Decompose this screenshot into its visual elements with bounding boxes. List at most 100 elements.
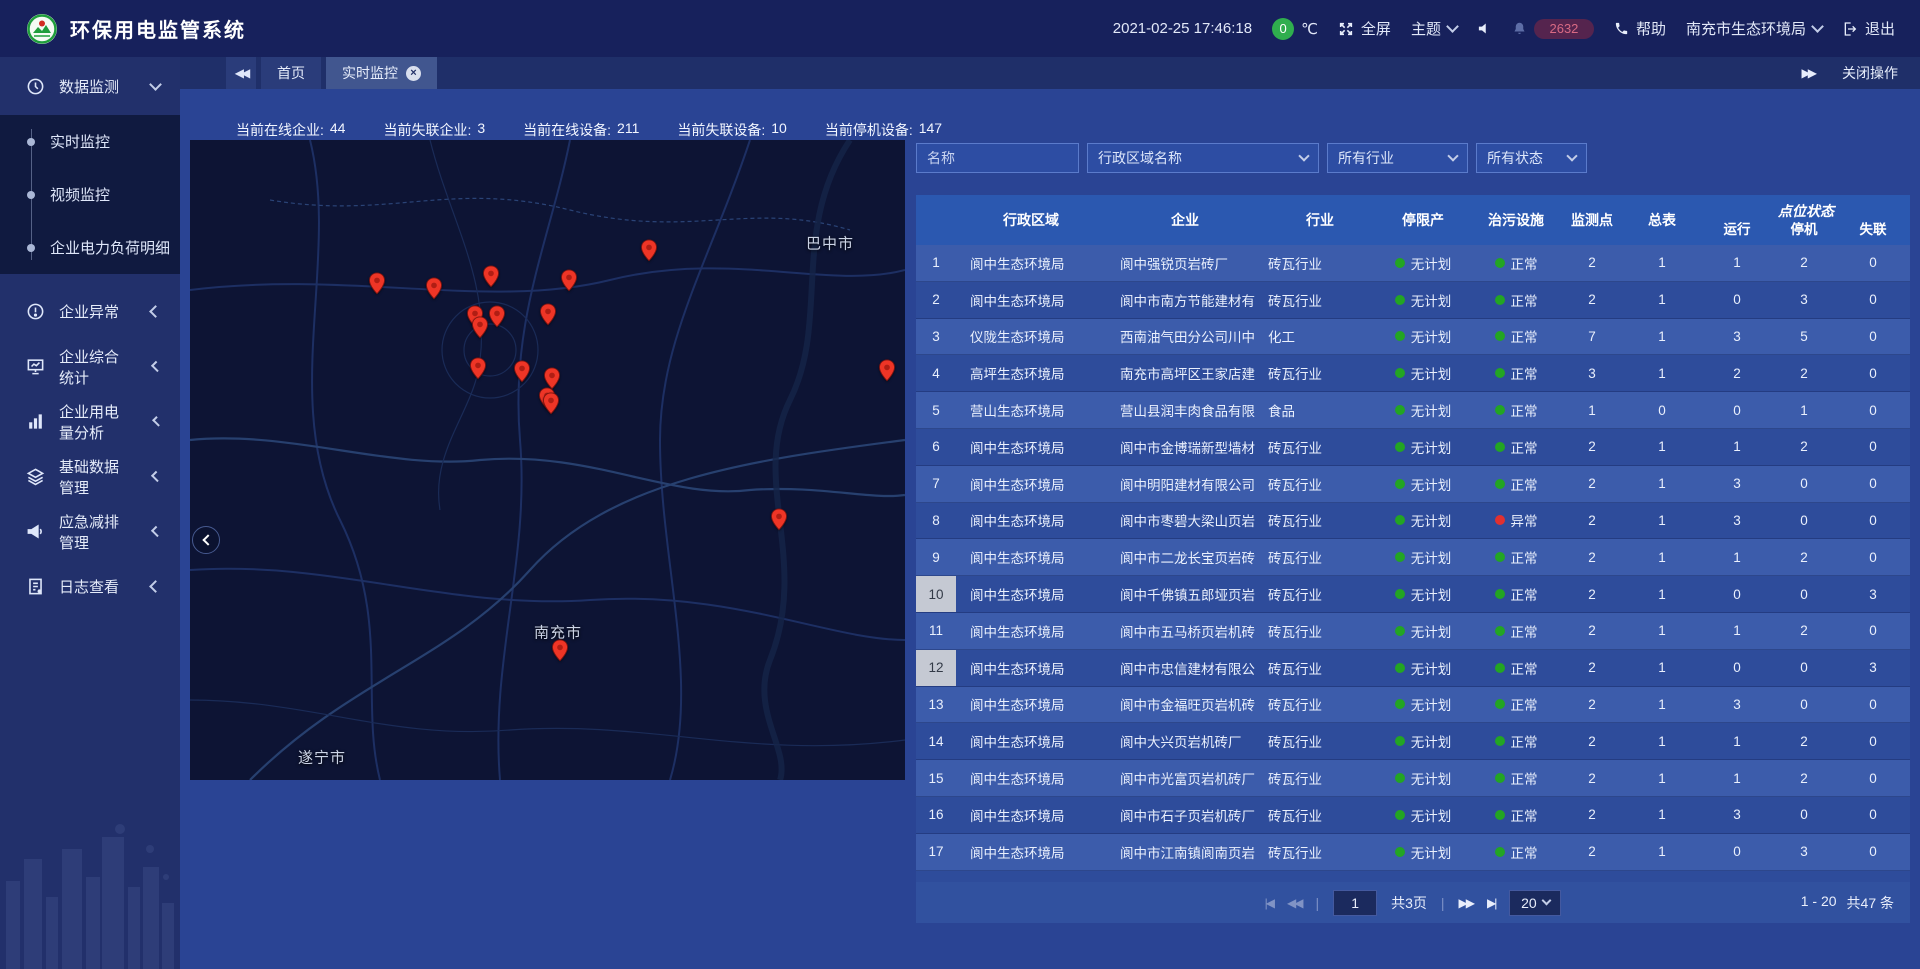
table-row[interactable]: 2 阆中生态环境局 阆中市南方节能建材有 砖瓦行业 无计划 正常 2 1 0 3… bbox=[916, 282, 1910, 319]
map-pin-icon[interactable] bbox=[770, 508, 788, 531]
collapse-map-panel-button[interactable] bbox=[192, 526, 220, 554]
status-dot-green bbox=[1395, 368, 1405, 378]
scroll-tabs-right-button[interactable]: ▶▶ bbox=[1802, 66, 1814, 80]
datetime: 2021-02-25 17:46:18 bbox=[1113, 20, 1252, 37]
close-tab-icon[interactable] bbox=[406, 66, 421, 81]
page-size-select[interactable]: 20 bbox=[1509, 890, 1561, 916]
map-pin-icon[interactable] bbox=[368, 272, 386, 295]
region-select[interactable]: 行政区域名称 bbox=[1087, 143, 1319, 173]
cell-facility: 正常 bbox=[1470, 768, 1562, 788]
fullscreen-button[interactable]: 全屏 bbox=[1338, 18, 1391, 39]
cell-points: 2 bbox=[1562, 255, 1622, 270]
name-search-input[interactable] bbox=[916, 143, 1079, 173]
map-pin-icon[interactable] bbox=[640, 239, 658, 262]
table-row[interactable]: 16 阆中生态环境局 阆中市石子页岩机砖厂 砖瓦行业 无计划 正常 2 1 3 … bbox=[916, 797, 1910, 834]
stat-item: 当前停机设备: 147 bbox=[825, 120, 942, 140]
map-pin-icon[interactable] bbox=[539, 303, 557, 326]
tab-realtime-monitoring[interactable]: 实时监控 bbox=[326, 57, 437, 89]
table-row[interactable]: 10 阆中生态环境局 阆中千佛镇五郎垭页岩 砖瓦行业 无计划 正常 2 1 0 … bbox=[916, 576, 1910, 613]
map-pin-icon[interactable] bbox=[488, 305, 506, 328]
mute-speaker-icon[interactable] bbox=[1477, 21, 1492, 36]
tab-home[interactable]: 首页 bbox=[261, 57, 321, 89]
sidebar-subitem[interactable]: 实时监控 bbox=[0, 115, 180, 168]
cell-industry: 砖瓦行业 bbox=[1264, 363, 1376, 383]
table-row[interactable]: 15 阆中生态环境局 阆中市光富页岩机砖厂 砖瓦行业 无计划 正常 2 1 1 … bbox=[916, 760, 1910, 797]
status-dot bbox=[1495, 699, 1505, 709]
total-pages-label: 共3页 bbox=[1391, 893, 1427, 913]
table-row[interactable]: 1 阆中生态环境局 阆中强锐页岩砖厂 砖瓦行业 无计划 正常 2 1 1 2 0 bbox=[916, 245, 1910, 282]
cell-total: 1 bbox=[1622, 587, 1702, 602]
sidebar-item-company-statistics[interactable]: 企业综合统计 bbox=[0, 339, 180, 394]
sidebar-subitem[interactable]: 企业电力负荷明细 bbox=[0, 221, 180, 274]
notifications[interactable]: 2632 bbox=[1512, 19, 1594, 39]
theme-menu[interactable]: 主题 bbox=[1411, 18, 1457, 39]
chevron-left-icon bbox=[151, 416, 162, 427]
table-row[interactable]: 11 阆中生态环境局 阆中市五马桥页岩机砖 砖瓦行业 无计划 正常 2 1 1 … bbox=[916, 613, 1910, 650]
logout-button[interactable]: 退出 bbox=[1842, 18, 1895, 39]
status-dot-green bbox=[1395, 331, 1405, 341]
phone-icon bbox=[1614, 21, 1629, 36]
fullscreen-icon bbox=[1338, 21, 1354, 37]
map-pin-icon[interactable] bbox=[471, 316, 489, 339]
table-row[interactable]: 5 营山生态环境局 营山县润丰肉食品有限 食品 无计划 正常 1 0 0 1 0 bbox=[916, 392, 1910, 429]
sidebar-item-emergency[interactable]: 应急减排管理 bbox=[0, 504, 180, 559]
help-button[interactable]: 帮助 bbox=[1614, 18, 1666, 39]
sidebar-item-logs[interactable]: 日志查看 bbox=[0, 559, 180, 614]
col-header-company: 企业 bbox=[1106, 195, 1264, 245]
table-row[interactable]: 3 仪陇生态环境局 西南油气田分公司川中 化工 无计划 正常 7 1 3 5 0 bbox=[916, 319, 1910, 356]
prev-page-button[interactable]: ◀◀ bbox=[1287, 896, 1301, 910]
map-pin-icon[interactable] bbox=[425, 277, 443, 300]
col-header-region: 行政区域 bbox=[956, 195, 1106, 245]
status-dot-green bbox=[1395, 847, 1405, 857]
sidebar-subitem[interactable]: 视频监控 bbox=[0, 168, 180, 221]
map-pin-icon[interactable] bbox=[469, 357, 487, 380]
map-pin-icon[interactable] bbox=[560, 269, 578, 292]
status-dot-green bbox=[1395, 736, 1405, 746]
alert-circle-icon bbox=[26, 302, 45, 321]
map-pin-icon[interactable] bbox=[513, 360, 531, 383]
sidebar-item-base-data[interactable]: 基础数据管理 bbox=[0, 449, 180, 504]
page-number-input[interactable]: 1 bbox=[1333, 890, 1377, 916]
status-select[interactable]: 所有状态 bbox=[1476, 143, 1587, 173]
table-row[interactable]: 7 阆中生态环境局 阆中明阳建材有限公司 砖瓦行业 无计划 正常 2 1 3 0… bbox=[916, 466, 1910, 503]
table-row[interactable]: 18 南部生态环境局 南部县砌华水泥有限公 建材加工 无计划 正常 6 0 0 … bbox=[916, 871, 1910, 882]
map-pin-icon[interactable] bbox=[551, 639, 569, 662]
table-row[interactable]: 4 高坪生态环境局 南充市高坪区王家店建 砖瓦行业 无计划 正常 3 1 2 2… bbox=[916, 355, 1910, 392]
table-row[interactable]: 9 阆中生态环境局 阆中市二龙长宝页岩砖 砖瓦行业 无计划 正常 2 1 1 2… bbox=[916, 539, 1910, 576]
table-row[interactable]: 13 阆中生态环境局 阆中市金福旺页岩机砖 砖瓦行业 无计划 正常 2 1 3 … bbox=[916, 687, 1910, 724]
brand: 环保用电监管系统 bbox=[0, 13, 246, 45]
cell-total: 1 bbox=[1622, 329, 1702, 344]
table-row[interactable]: 8 阆中生态环境局 阆中市枣碧大梁山页岩 砖瓦行业 无计划 异常 2 1 3 0… bbox=[916, 503, 1910, 540]
industry-select[interactable]: 所有行业 bbox=[1327, 143, 1468, 173]
map-pin-icon[interactable] bbox=[482, 265, 500, 288]
table-row[interactable]: 14 阆中生态环境局 阆中大兴页岩机砖厂 砖瓦行业 无计划 正常 2 1 1 2… bbox=[916, 723, 1910, 760]
map-pin-icon[interactable] bbox=[542, 392, 560, 415]
sidebar-item-power-analysis[interactable]: 企业用电量分析 bbox=[0, 394, 180, 449]
map[interactable]: 巴中市南充市遂宁市 bbox=[190, 140, 905, 780]
chevron-down-icon bbox=[1446, 20, 1459, 33]
cell-stop: 1 bbox=[1772, 403, 1836, 418]
sidebar-item-data-monitoring[interactable]: 数据监测 bbox=[0, 57, 180, 115]
cell-lost: 3 bbox=[1836, 660, 1910, 675]
last-page-button[interactable]: ▶| bbox=[1487, 896, 1495, 910]
cell-plan: 无计划 bbox=[1376, 510, 1470, 530]
cell-industry: 砖瓦行业 bbox=[1264, 474, 1376, 494]
cell-run: 3 bbox=[1702, 807, 1772, 822]
map-pin-icon[interactable] bbox=[878, 359, 896, 382]
first-page-button[interactable]: |◀ bbox=[1265, 896, 1273, 910]
cell-run: 3 bbox=[1702, 697, 1772, 712]
next-page-button[interactable]: ▶▶ bbox=[1459, 896, 1473, 910]
close-operations-button[interactable]: 关闭操作 bbox=[1842, 63, 1898, 83]
status-dot-green bbox=[1395, 515, 1405, 525]
table-row[interactable]: 6 阆中生态环境局 阆中市金博瑞新型墙材 砖瓦行业 无计划 正常 2 1 1 2… bbox=[916, 429, 1910, 466]
cell-lost: 0 bbox=[1836, 771, 1910, 786]
status-dot bbox=[1495, 736, 1505, 746]
cell-facility: 正常 bbox=[1470, 400, 1562, 420]
table-row[interactable]: 17 阆中生态环境局 阆中市江南镇阆南页岩 砖瓦行业 无计划 正常 2 1 0 … bbox=[916, 834, 1910, 871]
table-row[interactable]: 12 阆中生态环境局 阆中市忠信建材有限公 砖瓦行业 无计划 正常 2 1 0 … bbox=[916, 650, 1910, 687]
cell-stop: 3 bbox=[1772, 844, 1836, 859]
sidebar-item-company-abnormal[interactable]: 企业异常 bbox=[0, 284, 180, 339]
org-menu[interactable]: 南充市生态环境局 bbox=[1686, 18, 1822, 39]
cell-company: 阆中市金博瑞新型墙材 bbox=[1106, 437, 1264, 457]
scroll-tabs-left-button[interactable]: ◀◀ bbox=[226, 57, 256, 89]
